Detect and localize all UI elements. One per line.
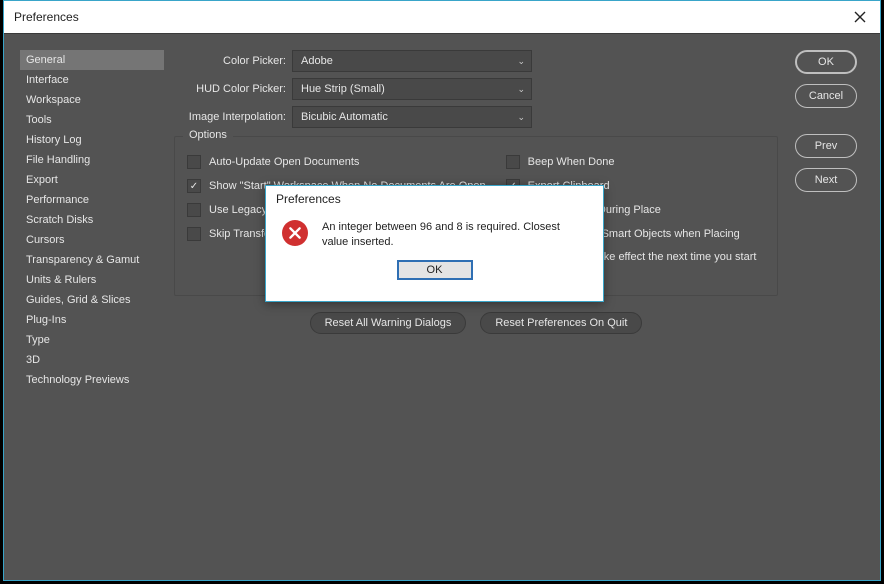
cancel-button[interactable]: Cancel [795, 84, 857, 108]
error-dialog-title: Preferences [266, 186, 603, 212]
checkbox[interactable] [187, 203, 201, 217]
sidebar-item-cursors[interactable]: Cursors [20, 230, 164, 250]
hud-picker-label: HUD Color Picker: [174, 83, 292, 95]
sidebar-item-technology-previews[interactable]: Technology Previews [20, 370, 164, 390]
form-rows: Color Picker: Adobe ⌄ HUD Color Picker: … [174, 50, 778, 128]
sidebar-item-plug-ins[interactable]: Plug-Ins [20, 310, 164, 330]
sidebar-item-workspace[interactable]: Workspace [20, 90, 164, 110]
hud-picker-value: Hue Strip (Small) [301, 83, 385, 95]
sidebar-item-3d[interactable]: 3D [20, 350, 164, 370]
color-picker-label: Color Picker: [174, 55, 292, 67]
chevron-down-icon: ⌄ [517, 56, 525, 67]
sidebar-item-transparency-gamut[interactable]: Transparency & Gamut [20, 250, 164, 270]
color-picker-select[interactable]: Adobe ⌄ [292, 50, 532, 72]
checkbox[interactable] [187, 179, 201, 193]
reset-row: Reset All Warning Dialogs Reset Preferen… [174, 312, 778, 334]
titlebar: Preferences [4, 1, 880, 33]
body: GeneralInterfaceWorkspaceToolsHistory Lo… [4, 33, 880, 580]
checkbox[interactable] [187, 155, 201, 169]
interpolation-label: Image Interpolation: [174, 111, 292, 123]
color-picker-value: Adobe [301, 55, 333, 67]
sidebar-item-scratch-disks[interactable]: Scratch Disks [20, 210, 164, 230]
option-row: Beep When Done [506, 155, 765, 169]
sidebar-item-performance[interactable]: Performance [20, 190, 164, 210]
sidebar-item-type[interactable]: Type [20, 330, 164, 350]
dialog-buttons: OK Cancel Prev Next [788, 50, 864, 564]
checkbox[interactable] [187, 227, 201, 241]
option-label: Auto-Update Open Documents [209, 156, 359, 168]
sidebar-item-history-log[interactable]: History Log [20, 130, 164, 150]
error-dialog: Preferences An integer between 96 and 8 … [265, 185, 604, 302]
next-button[interactable]: Next [795, 168, 857, 192]
chevron-down-icon: ⌄ [517, 84, 525, 95]
sidebar-item-general[interactable]: General [20, 50, 164, 70]
option-row: Auto-Update Open Documents [187, 155, 486, 169]
chevron-down-icon: ⌄ [517, 112, 525, 123]
sidebar-item-export[interactable]: Export [20, 170, 164, 190]
sidebar-item-tools[interactable]: Tools [20, 110, 164, 130]
sidebar-item-interface[interactable]: Interface [20, 70, 164, 90]
sidebar: GeneralInterfaceWorkspaceToolsHistory Lo… [20, 50, 164, 564]
error-message: An integer between 96 and 8 is required.… [322, 220, 587, 250]
options-legend: Options [183, 129, 233, 141]
option-label: Beep When Done [528, 156, 615, 168]
prev-button[interactable]: Prev [795, 134, 857, 158]
sidebar-item-guides-grid-slices[interactable]: Guides, Grid & Slices [20, 290, 164, 310]
sidebar-item-units-rulers[interactable]: Units & Rulers [20, 270, 164, 290]
hud-picker-select[interactable]: Hue Strip (Small) ⌄ [292, 78, 532, 100]
window-title: Preferences [14, 10, 79, 24]
interpolation-select[interactable]: Bicubic Automatic ⌄ [292, 106, 532, 128]
ok-button[interactable]: OK [795, 50, 857, 74]
close-icon[interactable] [848, 5, 872, 29]
error-icon [282, 220, 308, 246]
reset-on-quit-button[interactable]: Reset Preferences On Quit [480, 312, 642, 334]
checkbox[interactable] [506, 155, 520, 169]
interpolation-value: Bicubic Automatic [301, 111, 388, 123]
error-ok-button[interactable]: OK [397, 260, 473, 280]
sidebar-item-file-handling[interactable]: File Handling [20, 150, 164, 170]
reset-warnings-button[interactable]: Reset All Warning Dialogs [310, 312, 467, 334]
main-panel: Color Picker: Adobe ⌄ HUD Color Picker: … [174, 50, 778, 564]
